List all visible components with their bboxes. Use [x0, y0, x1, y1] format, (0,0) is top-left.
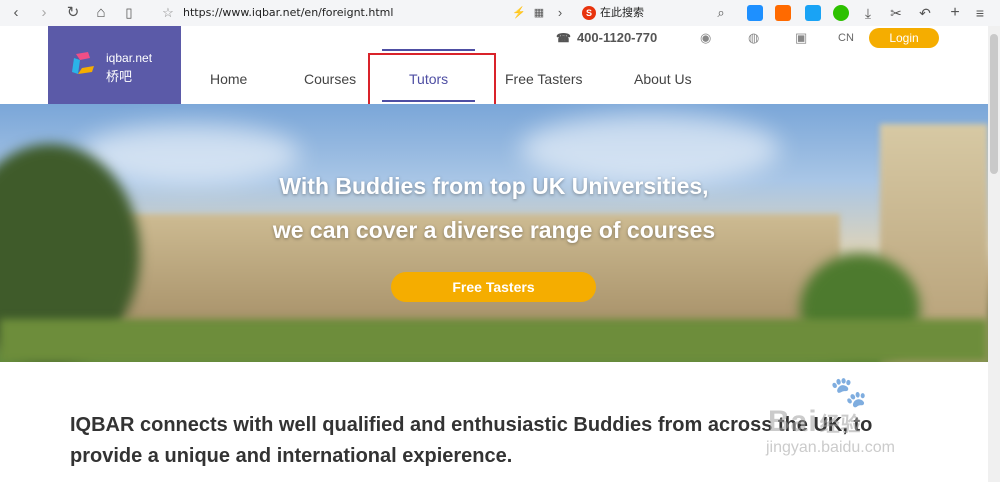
scrollbar[interactable]: [988, 26, 1000, 482]
login-button[interactable]: Login: [869, 28, 939, 48]
nav-active-topline: [382, 49, 475, 51]
hero-heading-line1: With Buddies from top UK Universities,: [279, 173, 709, 199]
nav-free-tasters[interactable]: Free Tasters: [505, 70, 583, 88]
free-tasters-button[interactable]: Free Tasters: [391, 272, 596, 302]
weibo-icon[interactable]: ◉: [700, 29, 711, 47]
nav-about-us[interactable]: About Us: [634, 70, 692, 88]
chevron-right-icon[interactable]: ›: [554, 0, 566, 26]
reader-mode-icon[interactable]: ▯: [120, 0, 138, 26]
phone-text: 400-1120-770: [576, 30, 658, 45]
back-icon[interactable]: ‹: [8, 0, 24, 26]
extension-tablet-icon[interactable]: [747, 5, 763, 21]
new-tab-icon[interactable]: +: [948, 0, 962, 26]
baidu-watermark: 🐾 Bai 经验 jingyan.baidu.com: [760, 375, 960, 465]
address-bar[interactable]: https://www.iqbar.net/en/foreignt.html: [183, 0, 393, 26]
search-engine-icon[interactable]: S: [582, 6, 596, 20]
watermark-brand: Bai 经验: [768, 405, 862, 438]
nav-courses[interactable]: Courses: [304, 70, 356, 88]
magnifier-icon[interactable]: ⌕: [714, 0, 728, 26]
scissors-icon[interactable]: ✂: [888, 0, 904, 26]
logo-cn-text: 桥吧: [106, 70, 133, 85]
bookmark-star-icon[interactable]: ☆: [160, 0, 176, 26]
site-logo[interactable]: iqbar.net 桥吧: [48, 26, 181, 104]
wechat-extension-icon[interactable]: [833, 5, 849, 21]
forward-icon[interactable]: ›: [36, 0, 52, 26]
logo-text: iqbar.net: [106, 51, 153, 65]
nav-home[interactable]: Home: [210, 70, 247, 88]
scroll-thumb[interactable]: [990, 34, 998, 174]
browser-search-input[interactable]: 在此搜索: [600, 0, 644, 26]
qr-code-icon[interactable]: ▣: [795, 29, 807, 47]
lawn: [0, 319, 988, 362]
logo-mark-icon: [72, 52, 94, 74]
wechat-icon[interactable]: ◍: [748, 29, 759, 47]
undo-icon[interactable]: ↶: [914, 0, 936, 26]
phone-number: ☎ 400-1120-770: [556, 29, 657, 47]
phone-icon: ☎: [556, 31, 571, 45]
extension-video-icon[interactable]: [775, 5, 791, 21]
extension-play-icon[interactable]: [805, 5, 821, 21]
reload-icon[interactable]: ↻: [64, 0, 82, 26]
watermark-sub: jingyan.baidu.com: [766, 439, 895, 456]
menu-icon[interactable]: ≡: [972, 0, 988, 26]
hero-heading-line2: we can cover a diverse range of courses: [272, 217, 716, 243]
flash-icon[interactable]: ⚡: [512, 0, 526, 26]
grid-icon[interactable]: ▦: [532, 0, 546, 26]
language-switch[interactable]: CN: [838, 29, 854, 47]
download-icon[interactable]: ⤓: [860, 0, 876, 26]
browser-toolbar: ‹ › ↻ ⌂ ▯ ☆ https://www.iqbar.net/en/for…: [0, 0, 1000, 27]
home-icon[interactable]: ⌂: [92, 0, 110, 26]
